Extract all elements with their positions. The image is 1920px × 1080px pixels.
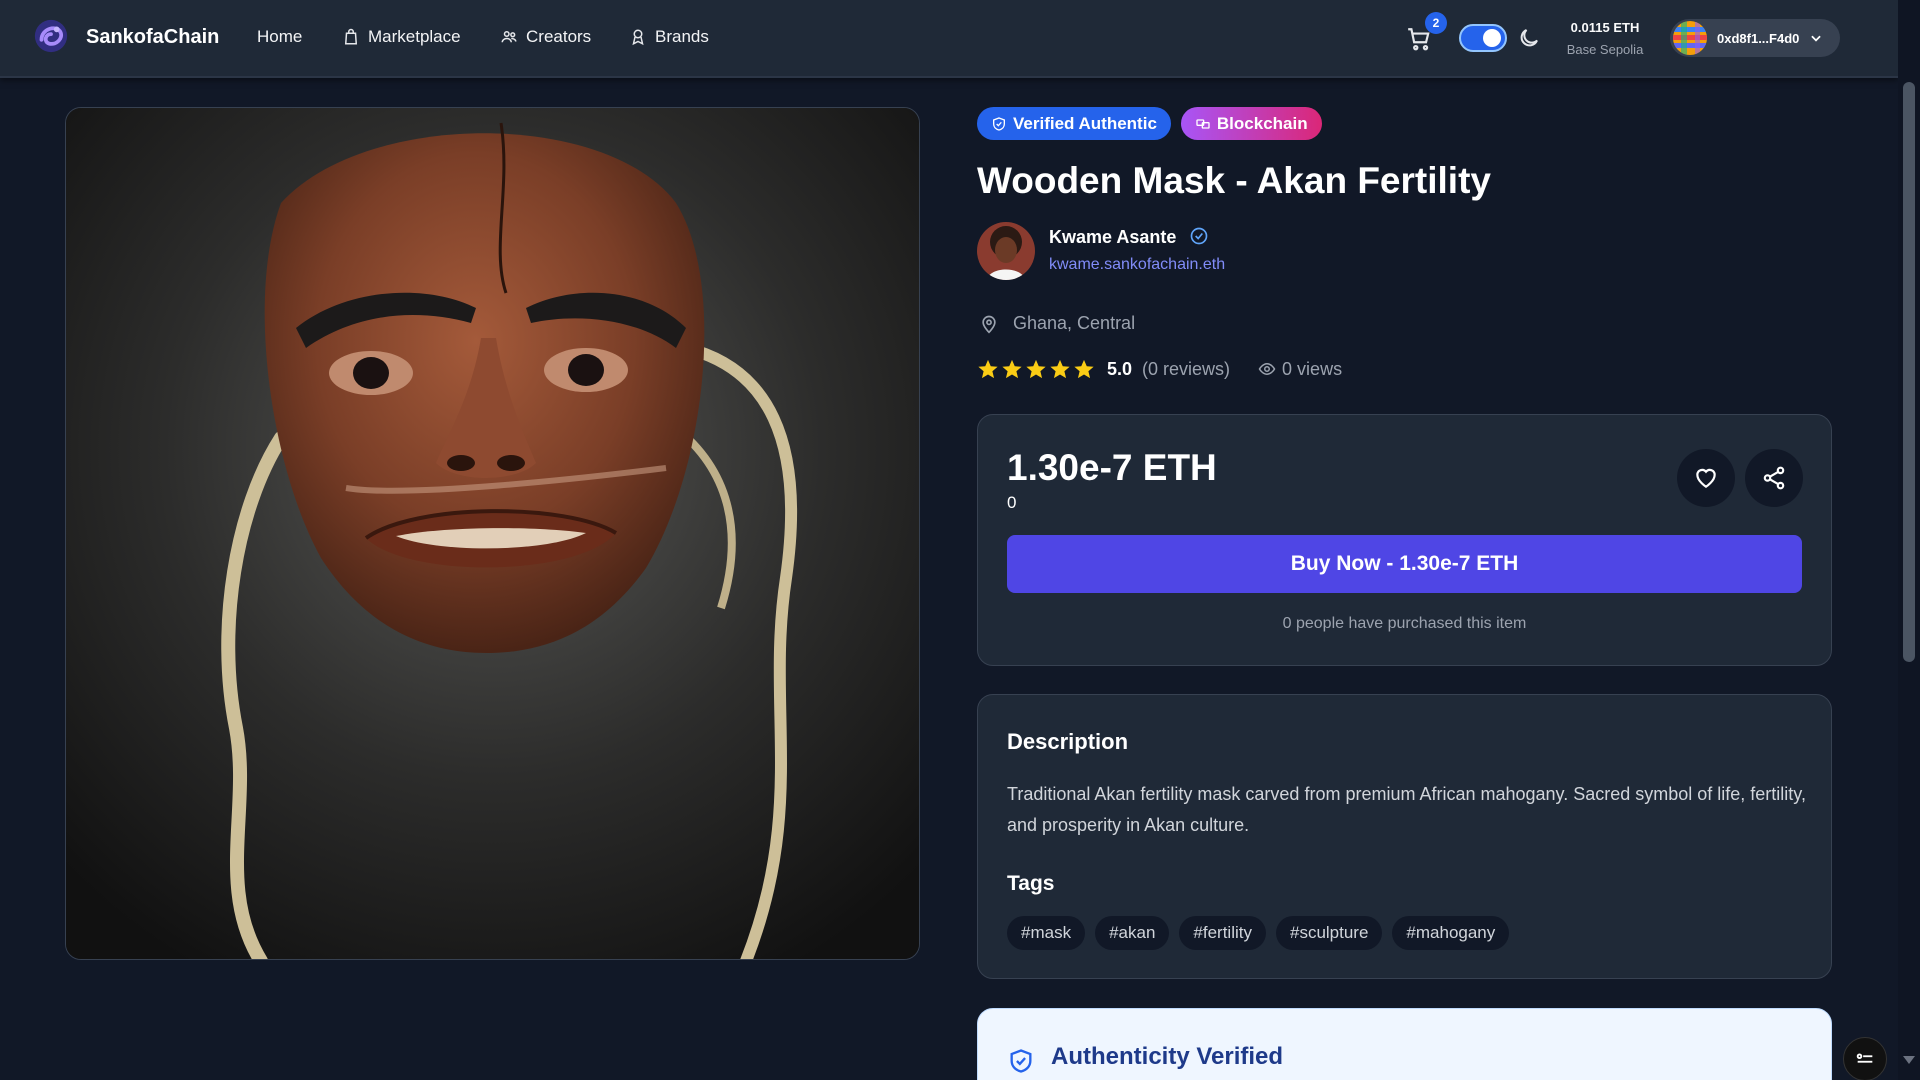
tag-chip[interactable]: #mask [1007,916,1086,950]
users-icon [501,31,517,43]
nav-home-label: Home [257,27,303,46]
price: 1.30e-7 ETH [1007,447,1217,488]
rating-value: 5.0 [1107,358,1133,379]
star-rating [977,358,1095,380]
blockchain-icon [1196,118,1210,129]
theme-toggle[interactable] [1459,24,1507,52]
product-title: Wooden Mask - Akan Fertility [977,160,1491,201]
share-button[interactable] [1745,449,1803,507]
tags-heading: Tags [1007,872,1055,895]
star-icon [1074,359,1094,379]
creator-ens-link[interactable]: kwame.sankofachain.eth [1049,256,1225,274]
verified-authentic-label: Verified Authentic [1013,113,1157,133]
product-image[interactable] [65,107,920,960]
settings-list-icon [1856,1053,1873,1063]
tag-chip[interactable]: #fertility [1179,916,1266,950]
eye-icon [1258,362,1276,376]
cart-count-badge: 2 [1425,12,1447,34]
description-heading: Description [1007,729,1129,754]
top-navbar: SankofaChain Home Marketplace Creators B… [0,0,1898,78]
price-fiat: 0 [1007,493,1017,512]
moon-icon [1520,29,1538,47]
description-text: Traditional Akan fertility mask carved f… [1007,784,1806,835]
creator-name[interactable]: Kwame Asante [1049,227,1176,248]
buy-now-button[interactable]: Buy Now - 1.30e-7 ETH [1007,535,1802,593]
description-card: Description Traditional Akan fertility m… [977,694,1832,979]
wallet-button[interactable]: 0xd8f1...F4d0 [1670,19,1840,57]
nav-creators-label: Creators [526,27,592,46]
nav-brands-label: Brands [655,27,709,46]
nav-creators-link[interactable]: Creators [500,27,591,47]
shield-check-icon [993,116,1005,131]
product-badges: Verified Authentic Blockchain [977,107,1322,140]
nav-brands-link[interactable]: Brands [629,27,709,47]
rating-row: 5.0 (0 reviews) 0 views [977,358,1342,380]
tag-chip[interactable]: #mahogany [1392,916,1510,950]
star-icon [1050,359,1070,379]
blockchain-label: Blockchain [1216,113,1308,133]
blockchain-badge: Blockchain [1180,107,1322,140]
network-name: Base Sepolia [1566,42,1644,57]
view-count-text: 0 views [1282,358,1343,379]
nav-marketplace-label: Marketplace [368,27,461,46]
floating-menu-button[interactable] [1843,1037,1887,1080]
purchased-count: 0 people have purchased this item [1282,615,1527,632]
heart-icon [1696,468,1716,488]
nav-home-link[interactable]: Home [257,27,302,47]
tag-list: #mask #akan #fertility #sculpture #mahog… [1007,916,1510,950]
star-icon [978,359,998,379]
sankofa-logo-icon[interactable] [32,17,70,55]
creator-avatar[interactable] [977,222,1035,280]
review-count[interactable]: (0 reviews) [1142,359,1230,380]
share-icon [1763,466,1785,490]
brand-name[interactable]: SankofaChain [86,26,219,49]
tag-chip[interactable]: #sculpture [1275,916,1383,950]
scroll-down-arrow-icon[interactable] [1901,1054,1917,1066]
scrollbar-thumb[interactable] [1903,82,1915,662]
authenticity-heading: Authenticity Verified [1051,1043,1284,1070]
product-location: Ghana, Central [979,313,1135,334]
star-icon [1026,359,1046,379]
price-card: 1.30e-7 ETH 0 Buy Now - 1.30e-7 ETH 0 pe… [977,414,1832,666]
favorite-button[interactable] [1677,449,1735,507]
wallet-address: 0xd8f1...F4d0 [1717,30,1800,46]
verified-authentic-badge: Verified Authentic [977,107,1171,140]
award-icon [632,29,644,46]
mask-illustration [66,108,919,959]
wallet-avatar [1673,21,1707,55]
tag-chip[interactable]: #akan [1095,916,1170,950]
nav-marketplace-link[interactable]: Marketplace [342,27,461,47]
wallet-balance: 0.0115 ETH [1570,20,1640,35]
location-text: Ghana, Central [1013,313,1136,333]
authenticity-card: Authenticity Verified [977,1008,1832,1080]
star-icon [1002,359,1022,379]
toggle-knob [1483,29,1501,47]
view-count: 0 views [1258,359,1342,380]
map-pin-icon [982,315,996,334]
chevron-down-icon [1811,35,1822,42]
shopping-bag-icon [344,28,358,45]
shield-check-icon [1010,1049,1032,1073]
verified-check-icon [1190,227,1208,245]
